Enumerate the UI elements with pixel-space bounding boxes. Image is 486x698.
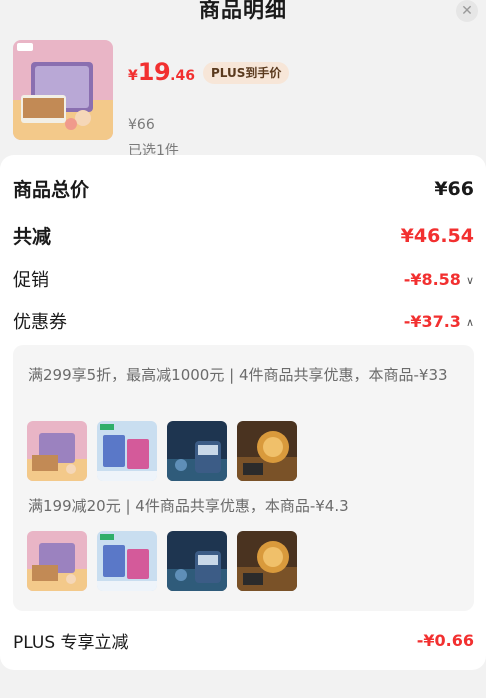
plus-discount-row: PLUS 专享立减 -¥0.66 xyxy=(13,628,474,653)
price-integer: 19 xyxy=(137,58,171,86)
price-currency: ¥ xyxy=(128,68,138,84)
coupon-value-wrap: -¥37.3 ∧ xyxy=(404,312,474,331)
product-thumb-2[interactable] xyxy=(97,421,157,481)
total-value: ¥66 xyxy=(434,177,474,200)
reduce-value: ¥46.54 xyxy=(400,224,474,247)
product-thumb-3[interactable] xyxy=(167,421,227,481)
product-thumb-2[interactable] xyxy=(97,531,157,591)
header: 商品明细 ✕ xyxy=(0,0,486,30)
chevron-up-icon[interactable]: ∧ xyxy=(466,316,474,329)
promo-row[interactable]: 促销 -¥8.58 ∨ xyxy=(13,266,474,292)
coupon-text-2: 满199减20元 | 4件商品共享优惠，本商品-¥4.3 xyxy=(28,497,349,515)
coupon-value: -¥37.3 xyxy=(403,311,461,331)
promo-value-wrap: -¥8.58 ∨ xyxy=(404,270,474,289)
coupon-row[interactable]: 优惠券 -¥37.3 ∧ xyxy=(13,308,474,334)
product-summary: ¥ 19 .46 PLUS到手价 ¥66 已选1件 xyxy=(0,30,486,159)
price-row: ¥ 19 .46 PLUS到手价 xyxy=(128,58,290,87)
price-detail-card: 商品总价 ¥66 共减 ¥46.54 促销 -¥8.58 ∨ 优惠券 -¥37.3… xyxy=(0,155,486,670)
coupon-thumbs-1 xyxy=(27,421,297,481)
original-price: ¥66 xyxy=(128,117,155,133)
promo-label: 促销 xyxy=(13,270,49,291)
product-thumb-3[interactable] xyxy=(167,531,227,591)
coupon-label: 优惠券 xyxy=(13,312,67,333)
page-title: 商品明细 xyxy=(199,0,287,22)
coupon-thumbs-2 xyxy=(27,531,297,591)
plus-value: -¥0.66 xyxy=(416,631,474,650)
coupon-text-1: 满299享5折，最高减1000元 | 4件商品共享优惠，本商品-¥33 xyxy=(28,366,448,384)
chevron-down-icon[interactable]: ∨ xyxy=(466,274,474,287)
product-image[interactable] xyxy=(13,40,113,140)
product-thumb-1[interactable] xyxy=(27,531,87,591)
plus-price-badge: PLUS到手价 xyxy=(202,61,290,84)
promo-value: -¥8.58 xyxy=(403,269,461,289)
product-thumb-1[interactable] xyxy=(27,421,87,481)
total-label: 商品总价 xyxy=(13,179,90,201)
reduce-label: 共减 xyxy=(13,226,52,248)
coupon-detail-box: 满299享5折，最高减1000元 | 4件商品共享优惠，本商品-¥33 满199… xyxy=(13,345,474,611)
price-decimal: .46 xyxy=(170,68,195,84)
close-icon[interactable]: ✕ xyxy=(456,0,478,22)
plus-label: PLUS 专享立减 xyxy=(13,633,129,653)
total-row: 商品总价 ¥66 xyxy=(13,175,474,202)
product-thumb-4[interactable] xyxy=(237,421,297,481)
product-thumb-4[interactable] xyxy=(237,531,297,591)
reduce-row: 共减 ¥46.54 xyxy=(13,222,474,249)
